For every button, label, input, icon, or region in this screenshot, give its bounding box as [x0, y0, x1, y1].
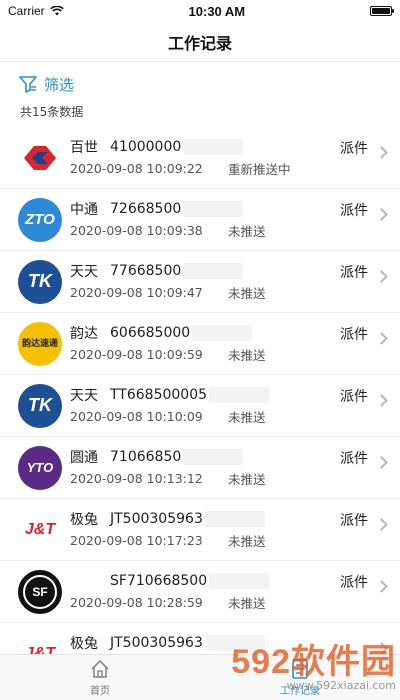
push-status: 未推送: [228, 348, 266, 363]
company-name: 极兔: [70, 511, 98, 528]
record-row[interactable]: ZTO 中通 72668500 派件 2020-09-08 10:09:38 未推送: [0, 189, 400, 251]
redaction-mask: [183, 448, 244, 465]
record-row[interactable]: SF SF710668500 派件 2020-09-08 10:28:59 未推送: [0, 561, 400, 623]
record-time: 2020-09-08 10:10:09: [70, 409, 203, 424]
record-row[interactable]: 韵达速递 韵达 606685000 派件 2020-09-08 10:09:59 未推送: [0, 313, 400, 375]
yto-logo-icon: YTO: [18, 445, 62, 490]
filter-button[interactable]: 筛选: [0, 68, 400, 100]
jtexp-logo-icon: J&T: [18, 631, 62, 654]
wifi-icon: [49, 6, 64, 16]
tab-work-records[interactable]: 工作记录: [200, 655, 400, 700]
filter-icon: [19, 76, 37, 93]
tracking-number: 41000000: [110, 138, 182, 155]
tab-bar: 首页 工作记录: [0, 654, 400, 700]
tab-work-records-label: 工作记录: [280, 686, 320, 697]
record-time: 2020-09-08 10:13:12: [70, 471, 203, 486]
tab-home-label: 首页: [90, 686, 110, 697]
redaction-mask: [204, 510, 265, 527]
sf-logo-text: SF: [23, 574, 57, 609]
company-name: 极兔: [70, 635, 98, 652]
record-info: 极兔 JT500305963: [70, 632, 388, 654]
tracking-number: JT500305963: [110, 634, 203, 651]
record-time: 2020-09-08 10:09:47: [70, 285, 203, 300]
company-name: 百世: [70, 139, 98, 156]
battery-icon: [370, 6, 394, 16]
redaction-mask: [204, 634, 265, 651]
record-row[interactable]: J&T 极兔 JT500305963 派件 2020-09-08 10:17:23 未推送: [0, 499, 400, 561]
record-row[interactable]: TK 天天 TT668500005 派件 2020-09-08 10:10:09 未推送: [0, 375, 400, 437]
push-status: 未推送: [228, 596, 266, 611]
company-name: 中通: [70, 201, 98, 218]
redaction-mask: [209, 386, 270, 403]
push-status: 未推送: [228, 410, 266, 425]
record-row[interactable]: J&T 极兔 JT500305963: [0, 623, 400, 654]
push-status: 未推送: [228, 286, 266, 301]
company-name: 天天: [70, 387, 98, 404]
record-row[interactable]: 百世 41000000 派件 2020-09-08 10:09:22 重新推送中: [0, 127, 400, 189]
record-time: 2020-09-08 10:09:59: [70, 347, 203, 362]
record-time: 2020-09-08 10:28:59: [70, 595, 203, 610]
status-bar: Carrier 10:30 AM: [0, 0, 400, 22]
tiantian-logo-icon: TK: [18, 259, 62, 304]
status-left: Carrier: [8, 4, 64, 18]
record-type: 派件: [340, 264, 368, 281]
zto-logo-icon: ZTO: [18, 197, 62, 242]
record-row[interactable]: TK 天天 77668500 派件 2020-09-08 10:09:47 未推送: [0, 251, 400, 313]
home-icon: [91, 659, 109, 678]
tracking-number: 71066850: [110, 448, 182, 465]
tracking-number: SF710668500: [110, 572, 208, 589]
record-time: 2020-09-08 10:09:38: [70, 223, 203, 238]
nav-bar: 工作记录: [0, 22, 400, 62]
company-name: 韵达: [70, 325, 98, 342]
tiantian-logo-icon: TK: [18, 383, 62, 428]
company-name: 天天: [70, 263, 98, 280]
redaction-mask: [183, 200, 244, 217]
record-info: 圆通 71066850 派件 2020-09-08 10:13:12 未推送: [70, 446, 388, 490]
record-info: 百世 41000000 派件 2020-09-08 10:09:22 重新推送中: [70, 136, 388, 180]
tracking-number: JT500305963: [110, 510, 203, 527]
push-status: 未推送: [228, 534, 266, 549]
push-status: 未推送: [228, 472, 266, 487]
record-time: 2020-09-08 10:09:22: [70, 161, 203, 176]
record-type: 派件: [340, 512, 368, 529]
jtexp-logo-icon: J&T: [18, 507, 62, 552]
record-time: 2020-09-08 10:17:23: [70, 533, 203, 548]
redaction-mask: [183, 262, 244, 279]
push-status: 重新推送中: [228, 162, 291, 177]
tracking-number: 606685000: [110, 324, 191, 341]
record-info: 天天 TT668500005 派件 2020-09-08 10:10:09 未推送: [70, 384, 388, 428]
redaction-mask: [183, 138, 244, 155]
record-type: 派件: [340, 450, 368, 467]
baishi-logo-icon: [18, 135, 62, 180]
record-type: 派件: [340, 326, 368, 343]
record-type: 派件: [340, 140, 368, 157]
filter-label: 筛选: [44, 75, 75, 94]
record-type: 派件: [340, 202, 368, 219]
page-title: 工作记录: [167, 33, 232, 53]
tab-home[interactable]: 首页: [0, 655, 200, 700]
record-row[interactable]: YTO 圆通 71066850 派件 2020-09-08 10:13:12 未推送: [0, 437, 400, 499]
yunda-logo-icon: 韵达速递: [18, 321, 62, 366]
record-list[interactable]: 百世 41000000 派件 2020-09-08 10:09:22 重新推送中 ZTO 中…: [0, 127, 400, 654]
record-info: 极兔 JT500305963 派件 2020-09-08 10:17:23 未推送: [70, 508, 388, 552]
carrier-label: Carrier: [8, 4, 45, 18]
redaction-mask: [192, 324, 253, 341]
record-type: 派件: [340, 388, 368, 405]
record-type: 派件: [340, 574, 368, 591]
tracking-number: 72668500: [110, 200, 182, 217]
redaction-mask: [209, 572, 270, 589]
company-name: 圆通: [70, 449, 98, 466]
status-time: 10:30 AM: [188, 3, 246, 19]
sf-logo-icon: SF: [18, 569, 62, 614]
tracking-number: TT668500005: [110, 386, 208, 403]
record-info: 中通 72668500 派件 2020-09-08 10:09:38 未推送: [70, 198, 388, 242]
document-icon: [292, 659, 308, 679]
record-count: 共15条数据: [20, 104, 84, 119]
push-status: 未推送: [228, 224, 266, 239]
record-info: 天天 77668500 派件 2020-09-08 10:09:47 未推送: [70, 260, 388, 304]
record-info: 韵达 606685000 派件 2020-09-08 10:09:59 未推送: [70, 322, 388, 366]
tracking-number: 77668500: [110, 262, 182, 279]
record-info: SF710668500 派件 2020-09-08 10:28:59 未推送: [70, 570, 388, 614]
